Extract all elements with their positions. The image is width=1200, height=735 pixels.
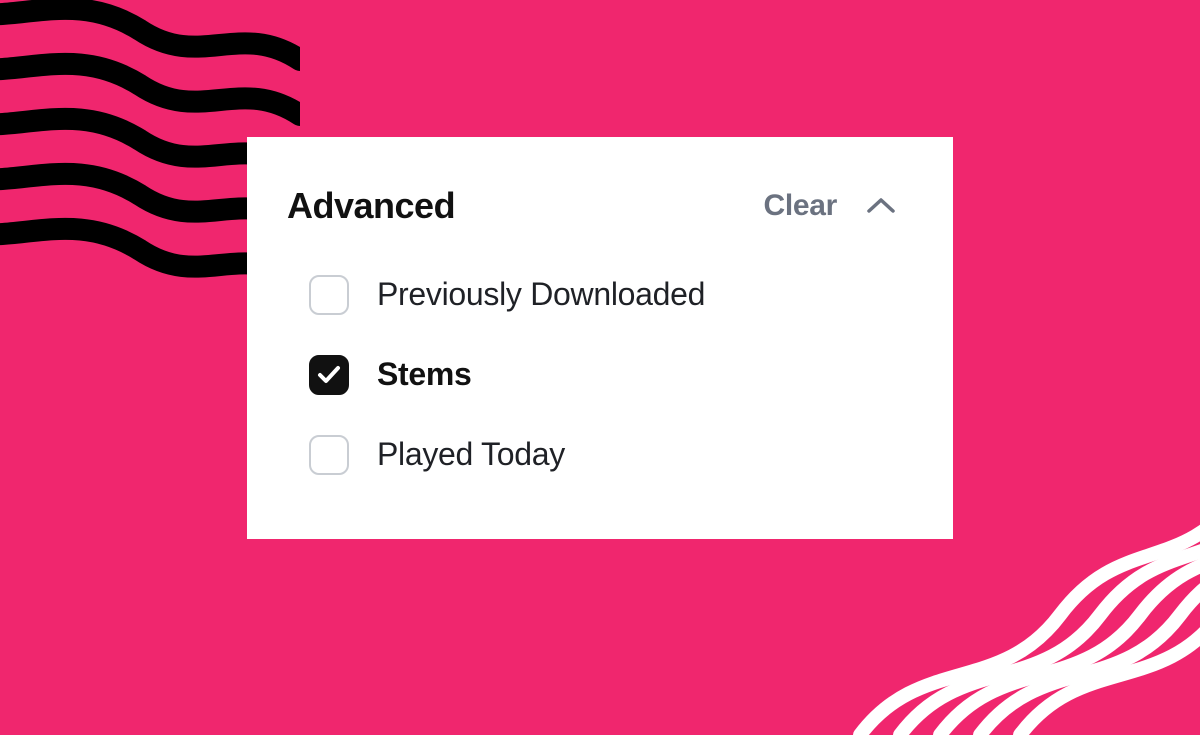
checkbox-unchecked[interactable]: [309, 435, 349, 475]
option-label: Stems: [377, 356, 472, 393]
option-played-today[interactable]: Played Today: [309, 435, 897, 475]
header-actions: Clear: [763, 189, 897, 223]
option-label: Previously Downloaded: [377, 276, 705, 313]
advanced-filter-panel: Advanced Clear Previously Downloaded Ste…: [247, 137, 953, 539]
collapse-toggle[interactable]: [865, 190, 897, 222]
panel-header: Advanced Clear: [287, 185, 897, 227]
check-icon: [317, 365, 341, 385]
option-label: Played Today: [377, 436, 565, 473]
checkbox-checked[interactable]: [309, 355, 349, 395]
panel-title: Advanced: [287, 185, 455, 227]
options-list: Previously Downloaded Stems Played Today: [287, 275, 897, 475]
option-stems[interactable]: Stems: [309, 355, 897, 395]
clear-button[interactable]: Clear: [763, 189, 837, 223]
option-previously-downloaded[interactable]: Previously Downloaded: [309, 275, 897, 315]
chevron-up-icon: [867, 197, 895, 215]
checkbox-unchecked[interactable]: [309, 275, 349, 315]
